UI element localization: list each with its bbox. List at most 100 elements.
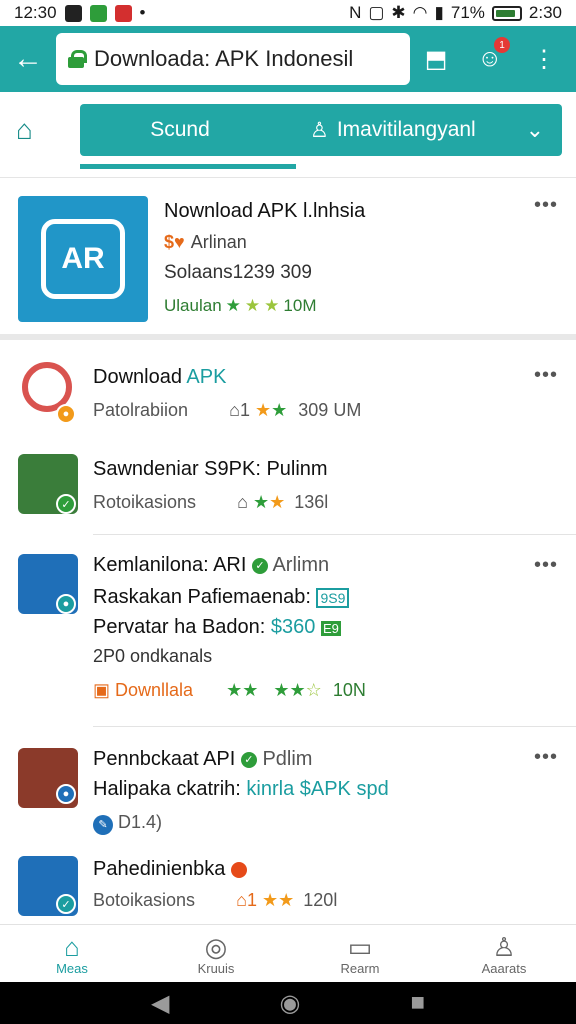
item-line2: Raskakan Pafiemaenab: 9S9 <box>93 586 350 609</box>
system-back-icon[interactable]: ◀ <box>151 989 169 1018</box>
account-icon[interactable]: ☺ 1 <box>477 37 510 73</box>
notification-badge: 1 <box>494 37 510 53</box>
chevron-down-icon[interactable]: ⌄ <box>526 117 544 143</box>
star-icon: ★ <box>278 890 295 910</box>
info-badge-icon: ● <box>56 594 76 614</box>
more-horiz-icon[interactable]: ••• <box>534 746 558 769</box>
star-icon: ★ <box>264 296 280 315</box>
info-badge-icon: ● <box>56 784 76 804</box>
bluetooth-icon: ✱ <box>391 3 406 22</box>
item-line3: ✎ D1.4) <box>93 812 162 835</box>
home-icon: ⌂ <box>64 932 80 962</box>
item-sub: Botoikasions ⌂1 ★★ 120l <box>93 890 338 910</box>
star-icon: ★ <box>261 890 279 910</box>
featured-rating: Ulaulan ★ ★ ★ 10M <box>164 296 316 316</box>
person-icon: ♙ <box>310 118 329 142</box>
home-icon[interactable]: ⌂ <box>16 114 33 146</box>
status-dot-icon <box>230 861 247 878</box>
nfc-icon: N <box>349 3 362 22</box>
app-toolbar: ← Downloada: APK Indonesil ⬒ ☺ 1 ⋮ <box>0 26 576 92</box>
tab-second[interactable]: ♙ Imavitilangyanl <box>310 118 476 143</box>
chat-icon: ▭ <box>347 932 373 962</box>
featured-sub-text: Arlinan <box>190 232 247 252</box>
verified-icon: ✓ <box>251 557 268 574</box>
nav-games[interactable]: ◎ Kruuis <box>144 925 288 982</box>
tab-pill: Scund ♙ Imavitilangyanl ⌄ <box>80 104 562 156</box>
star-icon: ★ <box>252 492 270 512</box>
app-notification-icon <box>114 4 132 22</box>
list-item[interactable]: ✓ Pahedinienbka Botoikasions ⌂1 ★★ 120l <box>0 852 576 922</box>
featured-downloads: Solaans1239 309 <box>164 262 312 283</box>
back-arrow-icon[interactable]: ← <box>0 26 56 92</box>
list-item[interactable]: ● Kemlanilona: ARI ✓ Arlimn Raskakan Paf… <box>0 544 576 727</box>
star-icon: ★ <box>289 680 306 700</box>
home-small-icon: ⌂ <box>237 492 248 512</box>
star-icon: ★ <box>269 492 286 512</box>
verified-badge-icon: ✓ <box>56 494 76 514</box>
item-title: Pahedinienbka <box>93 858 247 881</box>
featured-app-icon: AR <box>18 196 148 322</box>
home-small-icon: ⌂ <box>229 400 240 420</box>
home-small-icon: ⌂ <box>236 890 247 910</box>
item-sub: Rotoikasions ⌂ ★★ 136l <box>93 492 329 512</box>
star-icon: ★ <box>273 680 290 700</box>
divider <box>93 534 576 535</box>
bottom-navigation: ⌂ Meas ◎ Kruuis ▭ Rearm ♙ Aaarats <box>0 924 576 982</box>
item-line4: 2P0 ondkanals <box>93 646 213 666</box>
tool-icon: ✎ <box>93 815 113 835</box>
item-line3: Pervatar ha Badon: $360 E9 <box>93 616 341 638</box>
wifi-icon: ◠ <box>412 3 428 22</box>
url-field[interactable]: Downloada: APK Indonesil <box>56 33 410 85</box>
star-icon: ★ <box>271 400 288 420</box>
download-action[interactable]: Downllala <box>115 680 193 700</box>
app-notification-icon <box>64 4 82 22</box>
more-horiz-icon[interactable]: ••• <box>534 364 558 387</box>
item-title: Download APK <box>93 366 227 388</box>
verified-icon: ✓ <box>240 751 257 768</box>
list-item[interactable]: ● Download APK Patolrabiion ⌂1 ★★ 309 UM… <box>0 346 576 436</box>
system-home-icon[interactable]: ◉ <box>280 989 301 1018</box>
more-horiz-icon[interactable]: ••• <box>534 554 558 577</box>
app-notification-icon <box>89 4 107 22</box>
shield-icon[interactable]: ⬒ <box>425 45 448 74</box>
star-icon: ★ <box>254 400 272 420</box>
star-icon: ★ <box>244 296 261 315</box>
nav-profile[interactable]: ♙ Aaarats <box>432 925 576 982</box>
more-horiz-icon[interactable]: ••• <box>534 194 558 217</box>
signal-icon: ▮ <box>434 3 444 22</box>
download-box-icon: ▣ <box>93 680 111 700</box>
person-icon: ♙ <box>492 932 516 962</box>
battery-percent: 71% <box>450 3 485 22</box>
star-icon: ★ <box>242 680 259 700</box>
tab-scund[interactable]: Scund <box>80 118 280 142</box>
status-bar: 12:30 • N ▢ ✱ ◠ ▮ 71% 2:30 <box>0 0 576 26</box>
item-link[interactable]: kinrla $APK spd <box>246 778 388 800</box>
item-download-row: ▣ Downllala ★★ ★★☆ 10N <box>93 680 366 700</box>
item-title: Kemlanilona: ARI ✓ Arlimn <box>93 554 330 576</box>
list-item[interactable]: ● Pennbckaat API ✓ Pdlim Halipaka ckatri… <box>0 742 576 852</box>
system-recents-icon[interactable]: ■ <box>410 989 425 1017</box>
url-text: Downloada: APK Indonesil <box>94 46 354 71</box>
nav-home[interactable]: ⌂ Meas <box>0 925 144 982</box>
star-icon: ★ <box>225 296 241 315</box>
rating-count: 10M <box>283 296 317 315</box>
robot-icon: AR <box>41 219 125 299</box>
status-clock-right: 2:30 <box>528 3 562 22</box>
divider <box>93 726 576 727</box>
system-navigation-bar: ◀ ◉ ■ <box>0 982 576 1024</box>
gamepad-icon: ◎ <box>204 932 228 962</box>
tab-bar: ⌂ Scund ♙ Imavitilangyanl ⌄ <box>0 92 576 178</box>
list-item[interactable]: ✓ Sawndeniar S9PK: Pulinm Rotoikasions ⌂… <box>0 446 576 536</box>
nav-messages[interactable]: ▭ Rearm <box>288 925 432 982</box>
item-title: Sawndeniar S9PK: Pulinm <box>93 458 328 480</box>
featured-app-card[interactable]: AR Nownload APK l.lnhsia $♥ Arlinan Solaa… <box>0 180 576 340</box>
battery-icon <box>491 5 522 21</box>
rating-label: Ulaulan <box>164 296 222 315</box>
lock-icon <box>68 50 87 68</box>
tab-indicator <box>80 164 296 169</box>
featured-sub: $♥ Arlinan <box>164 232 247 253</box>
star-icon: ☆ <box>305 680 322 700</box>
coin-icon: $♥ <box>164 232 185 252</box>
more-vert-icon[interactable]: ⋮ <box>532 45 556 74</box>
item-sub: Patolrabiion ⌂1 ★★ 309 UM <box>93 400 362 420</box>
